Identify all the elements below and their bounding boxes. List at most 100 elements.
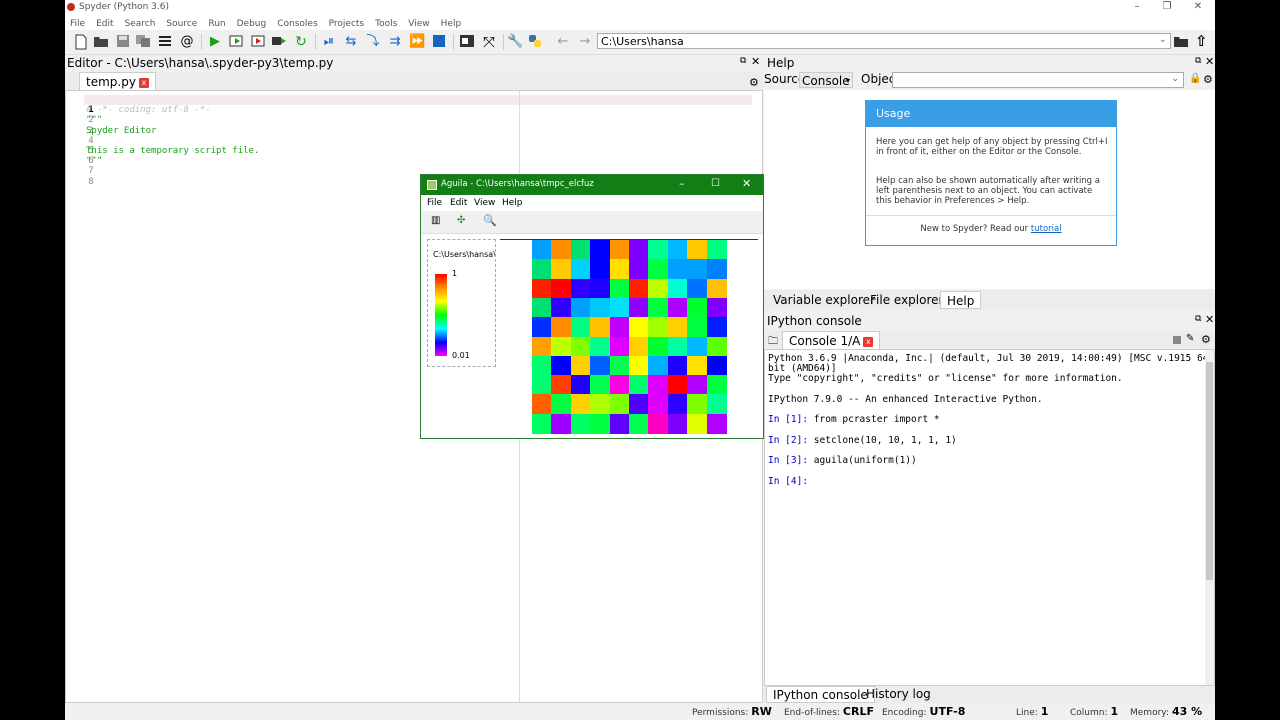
usage-box: Usage Here you can get help of any objec… [865, 100, 1117, 246]
source-select[interactable]: Console ▾ [799, 72, 853, 88]
scrollbar-thumb[interactable] [1206, 362, 1213, 580]
raster-cell [532, 394, 552, 415]
aguila-menu-edit[interactable]: Edit [450, 198, 467, 208]
close-tab-icon[interactable]: x [863, 336, 874, 347]
close-tab-icon[interactable]: x [138, 77, 149, 88]
gear-icon[interactable]: ⚙ [749, 76, 759, 89]
lock-icon[interactable]: 🔒 [1189, 73, 1201, 84]
scrollbar[interactable] [1205, 350, 1214, 685]
menu-source[interactable]: Source [166, 19, 197, 29]
list-icon[interactable] [157, 34, 173, 50]
aguila-maximize-button[interactable]: ☐ [711, 178, 720, 189]
run-selection-icon[interactable] [271, 34, 287, 50]
object-input[interactable]: ⌄ [892, 72, 1184, 88]
raster-cell [648, 278, 669, 299]
tab-temp-py[interactable]: temp.py x [79, 72, 156, 90]
code-line: # -*- coding: utf-8 -*- [86, 105, 211, 116]
browse-folder-icon[interactable] [1173, 34, 1189, 50]
tab-console-1a[interactable]: Console 1/A x [782, 331, 881, 349]
stop-icon[interactable] [431, 34, 447, 50]
raster-cell [667, 336, 688, 357]
menu-run[interactable]: Run [208, 19, 225, 29]
menu-search[interactable]: Search [125, 19, 156, 29]
close-pane-icon[interactable]: ✕ [751, 55, 760, 68]
menu-projects[interactable]: Projects [329, 19, 364, 29]
aguila-minimize-button[interactable]: – [679, 177, 685, 190]
raster-cell [532, 240, 552, 260]
raster-map[interactable] [532, 240, 727, 434]
debug-icon[interactable]: ⏯ [321, 34, 337, 50]
pan-icon[interactable]: ✣ [457, 215, 465, 226]
divider [866, 215, 1116, 216]
gear-icon[interactable]: ⚙ [1201, 333, 1211, 346]
python-icon[interactable] [527, 34, 543, 50]
aguila-close-button[interactable]: ✕ [742, 177, 751, 190]
tab-ipython-console[interactable]: IPython console [766, 686, 875, 703]
close-pane-icon[interactable]: ✕ [1205, 55, 1214, 68]
raster-cell [687, 278, 708, 299]
columns-icon[interactable]: ▥ [431, 215, 440, 226]
console-output[interactable]: Python 3.6.9 |Anaconda, Inc.| (default, … [764, 349, 1215, 686]
menu-consoles[interactable]: Consoles [277, 19, 317, 29]
raster-cell [590, 375, 611, 396]
chevron-down-icon[interactable]: ⌄ [1159, 35, 1167, 45]
menu-edit[interactable]: Edit [96, 19, 113, 29]
fullscreen-icon[interactable]: ⤧ [481, 34, 497, 50]
new-file-icon[interactable] [73, 34, 89, 50]
run-icon[interactable]: ▶ [207, 34, 223, 50]
rerun-icon[interactable]: ↻ [293, 34, 309, 50]
tab-history-log[interactable]: History log [860, 686, 937, 703]
raster-cell [609, 297, 630, 318]
menu-file[interactable]: File [70, 19, 85, 29]
menu-help[interactable]: Help [441, 19, 462, 29]
run-cell-advance-icon[interactable] [251, 34, 267, 50]
working-directory-input[interactable]: C:\Users\hansa [597, 33, 1171, 49]
aguila-menu-view[interactable]: View [474, 198, 495, 208]
pencil-icon[interactable]: ✎ [1186, 333, 1194, 344]
at-icon[interactable]: @ [179, 34, 195, 50]
run-cell-icon[interactable] [229, 34, 245, 50]
undock-icon[interactable]: ⧉ [1195, 56, 1201, 66]
raster-cell [629, 355, 649, 376]
chevron-down-icon: ▾ [845, 76, 850, 85]
raster-cell [667, 278, 688, 299]
tutorial-link[interactable]: tutorial [1031, 224, 1062, 234]
step-icon[interactable]: ⇆ [343, 34, 359, 50]
step-return-icon[interactable]: ⇉ [387, 34, 403, 50]
wrench-icon[interactable]: 🔧 [507, 34, 523, 50]
tab-help[interactable]: Help [940, 291, 982, 309]
aguila-menu-help[interactable]: Help [502, 198, 523, 208]
aguila-menu-file[interactable]: File [427, 198, 442, 208]
status-label: Memory: [1130, 708, 1169, 718]
save-all-icon[interactable] [135, 34, 151, 50]
source-select-value: Console [802, 74, 850, 88]
back-arrow-icon[interactable]: ← [555, 34, 571, 50]
raster-cell [706, 413, 727, 434]
gear-icon[interactable]: ⚙ [1203, 73, 1213, 86]
stop-kernel-icon[interactable] [1173, 336, 1181, 344]
step-into-icon[interactable]: ⤵ [365, 34, 381, 50]
menu-debug[interactable]: Debug [237, 19, 267, 29]
tab-file-explorer[interactable]: File explorer [864, 291, 949, 309]
menu-view[interactable]: View [408, 19, 429, 29]
chevron-down-icon: ⌄ [1171, 74, 1179, 84]
raster-cell [532, 297, 552, 318]
maximize-pane-icon[interactable] [459, 34, 475, 50]
close-button[interactable]: ✕ [1183, 0, 1213, 16]
minimize-button[interactable]: – [1122, 0, 1152, 16]
open-file-icon[interactable] [93, 34, 109, 50]
raster-cell [551, 240, 572, 260]
save-icon[interactable] [115, 34, 131, 50]
forward-arrow-icon[interactable]: → [577, 34, 593, 50]
menu-tools[interactable]: Tools [375, 19, 397, 29]
undock-icon[interactable]: ⧉ [740, 56, 746, 66]
close-pane-icon[interactable]: ✕ [1205, 313, 1214, 326]
zoom-icon[interactable]: 🔍 [483, 214, 497, 227]
parent-directory-icon[interactable]: ⇧ [1195, 32, 1208, 50]
usage-paragraph-1: Here you can get help of any object by p… [876, 137, 1108, 157]
console-input-3: In [3]: aguila(uniform(1)) [768, 455, 917, 466]
continue-icon[interactable]: ⏩ [409, 34, 425, 50]
status-value: RW [751, 705, 772, 718]
undock-icon[interactable]: ⧉ [1195, 314, 1201, 324]
maximize-button[interactable]: ❐ [1152, 0, 1182, 16]
